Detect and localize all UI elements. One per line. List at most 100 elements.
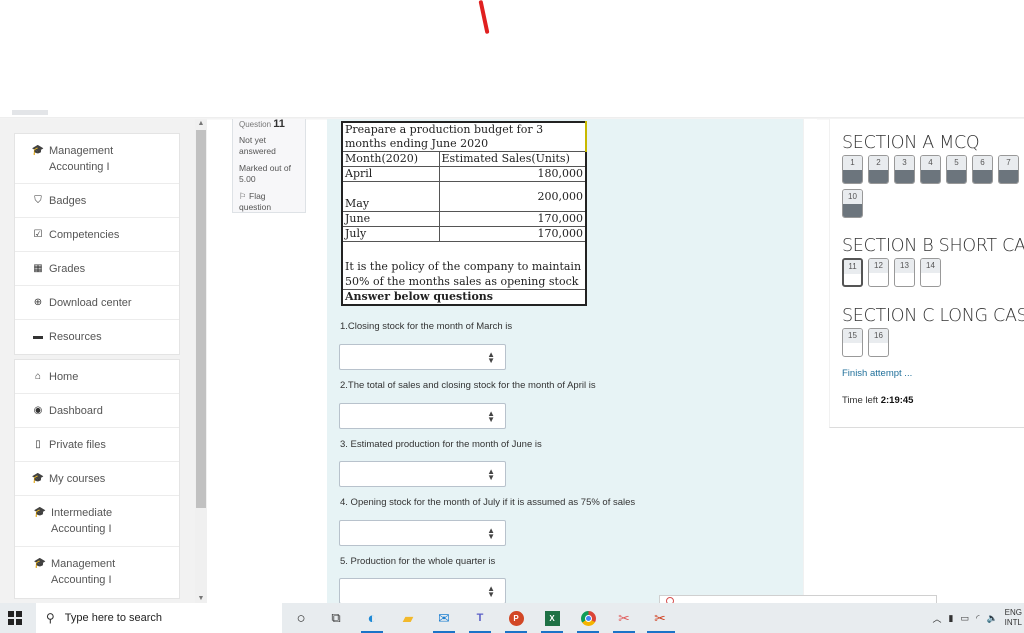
drawer-item-label: Private files <box>49 439 106 451</box>
checkbox-icon: ☑ <box>33 229 43 240</box>
drawer-item-management-accounting[interactable]: 🎓 Management Accounting I <box>15 547 179 598</box>
volume-icon[interactable]: 🔈 <box>986 613 997 624</box>
header-sales: Estimated Sales(Units) <box>438 151 587 167</box>
task-view-icon[interactable]: ⧉ <box>326 608 346 628</box>
wifi-icon[interactable]: ◜ <box>976 613 980 624</box>
shield-icon: ⛉ <box>34 195 42 206</box>
question-state: Not yet answered <box>239 135 276 156</box>
select-arrows-icon: ▲ ▼ <box>487 467 495 482</box>
drawer-item-label: Management Accounting I <box>49 145 114 173</box>
answered-indicator <box>869 170 888 183</box>
drawer-item-my-courses[interactable]: 🎓 My courses <box>15 462 179 496</box>
quiz-nav-button-2[interactable]: 2 <box>868 155 889 184</box>
quiz-nav-button-1[interactable]: 1 <box>842 155 863 184</box>
cortana-icon[interactable]: ○ <box>291 608 311 628</box>
quiz-nav-button-5[interactable]: 5 <box>946 155 967 184</box>
nav-drawer: 🎓 Management Accounting I ⛉ Badges ☑ Com… <box>0 119 207 603</box>
question-number-label: 3 <box>895 156 914 170</box>
flag-icon: ⚐ <box>239 191 247 201</box>
battery-icon[interactable]: ▭ <box>960 613 969 624</box>
drawer-item-course[interactable]: 🎓 Management Accounting I <box>15 134 179 184</box>
drawer-item-home[interactable]: ⌂ Home <box>15 360 179 394</box>
quiz-nav-button-14[interactable]: 14 <box>920 258 941 287</box>
row-sales: 180,000 <box>438 166 587 182</box>
drawer-item-intermediate-accounting[interactable]: 🎓 Intermediate Accounting I <box>15 496 179 547</box>
input-language-indicator[interactable]: ENG INTL <box>1005 608 1022 628</box>
drawer-item-resources[interactable]: ▬ Resources <box>15 320 179 354</box>
quiz-nav-button-7[interactable]: 7 <box>998 155 1019 184</box>
scrollbar-thumb[interactable] <box>196 130 206 508</box>
archive-icon: ▬ <box>33 331 43 342</box>
row-month: May <box>341 181 440 212</box>
snipping-tool-icon[interactable]: ✂ <box>614 608 634 628</box>
question-number-label: 4 <box>921 156 940 170</box>
graduation-cap-icon: 🎓 <box>31 145 45 156</box>
question-number-label: 16 <box>869 329 888 343</box>
start-button[interactable] <box>8 611 22 625</box>
mail-icon[interactable]: ✉ <box>434 608 454 628</box>
edge-icon[interactable]: ◐ <box>362 608 382 628</box>
answered-indicator <box>895 170 914 183</box>
policy-row: It is the policy of the company to maint… <box>341 241 587 290</box>
row-month: April <box>341 166 440 182</box>
subquestion-3-select[interactable]: ▲ ▼ <box>339 461 506 487</box>
quiz-nav-button-16[interactable]: 16 <box>868 328 889 357</box>
answered-indicator <box>947 170 966 183</box>
scroll-up-arrow-icon[interactable]: ▲ <box>195 120 207 127</box>
quiz-nav-button-11[interactable]: 11 <box>842 258 863 287</box>
red-pen-annotation <box>478 0 490 35</box>
microphone-icon[interactable]: ▮ <box>948 613 953 624</box>
content-gutter <box>803 119 817 603</box>
subquestion-5-select[interactable]: ▲ ▼ <box>339 578 506 604</box>
file-explorer-icon[interactable]: ▰ <box>398 608 418 628</box>
taskbar-search-box[interactable]: ⚲ Type here to search <box>36 603 282 633</box>
question-number-label: 11 <box>844 260 861 274</box>
powerpoint-icon[interactable]: P <box>506 608 526 628</box>
quiz-nav-button-13[interactable]: 13 <box>894 258 915 287</box>
drawer-item-dashboard[interactable]: ◉ Dashboard <box>15 394 179 428</box>
snip-and-sketch-icon[interactable]: ✂ <box>650 608 670 628</box>
row-sales: 170,000 <box>438 211 587 227</box>
drawer-item-label: Intermediate Accounting I <box>51 507 113 535</box>
finish-attempt-link[interactable]: Finish attempt ... <box>842 368 912 379</box>
table-icon: ▦ <box>33 263 43 274</box>
question-number-label: 2 <box>869 156 888 170</box>
question-number-label: 5 <box>947 156 966 170</box>
question-number-label: 15 <box>843 329 862 343</box>
subquestion-2-text: 2.The total of sales and closing stock f… <box>340 380 596 391</box>
drawer-item-label: Dashboard <box>49 405 103 417</box>
quiz-nav-button-6[interactable]: 6 <box>972 155 993 184</box>
dashboard-icon: ◉ <box>33 405 43 416</box>
drawer-item-private-files[interactable]: ▯ Private files <box>15 428 179 462</box>
scroll-down-arrow-icon[interactable]: ▼ <box>195 595 207 602</box>
question-number-label: 1 <box>843 156 862 170</box>
answered-indicator <box>843 204 862 217</box>
excel-icon[interactable]: X <box>542 608 562 628</box>
drawer-item-label: Competencies <box>49 229 120 241</box>
drawer-item-download-center[interactable]: ⊕ Download center <box>15 286 179 320</box>
chrome-icon[interactable] <box>578 608 598 628</box>
row-sales: 170,000 <box>438 226 587 242</box>
quiz-nav-button-12[interactable]: 12 <box>868 258 889 287</box>
show-hidden-icons-icon[interactable]: ︿ <box>932 612 941 625</box>
quiz-nav-button-4[interactable]: 4 <box>920 155 941 184</box>
table-row: May 200,000 <box>341 181 587 212</box>
quiz-nav-button-15[interactable]: 15 <box>842 328 863 357</box>
teams-icon[interactable]: T <box>470 608 490 628</box>
quiz-nav-button-3[interactable]: 3 <box>894 155 915 184</box>
subquestion-2-select[interactable]: ▲ ▼ <box>339 403 506 429</box>
subquestion-4-select[interactable]: ▲ ▼ <box>339 520 506 546</box>
table-row: July 170,000 <box>341 226 587 242</box>
subquestion-1-select[interactable]: ▲ ▼ <box>339 344 506 370</box>
drawer-item-competencies[interactable]: ☑ Competencies <box>15 218 179 252</box>
drawer-item-label: Grades <box>49 263 86 275</box>
quiz-nav-button-10[interactable]: 10 <box>842 189 863 218</box>
flag-question-link[interactable]: ⚐ Flag question <box>239 191 299 213</box>
drawer-scrollbar[interactable]: ▲ ▼ <box>195 119 207 603</box>
drawer-item-badges[interactable]: ⛉ Badges <box>15 184 179 218</box>
windows-logo-tile <box>16 611 22 617</box>
windows-logo-tile <box>16 619 22 625</box>
windows-logo-tile <box>8 611 14 617</box>
drawer-item-grades[interactable]: ▦ Grades <box>15 252 179 286</box>
answered-indicator <box>999 170 1018 183</box>
